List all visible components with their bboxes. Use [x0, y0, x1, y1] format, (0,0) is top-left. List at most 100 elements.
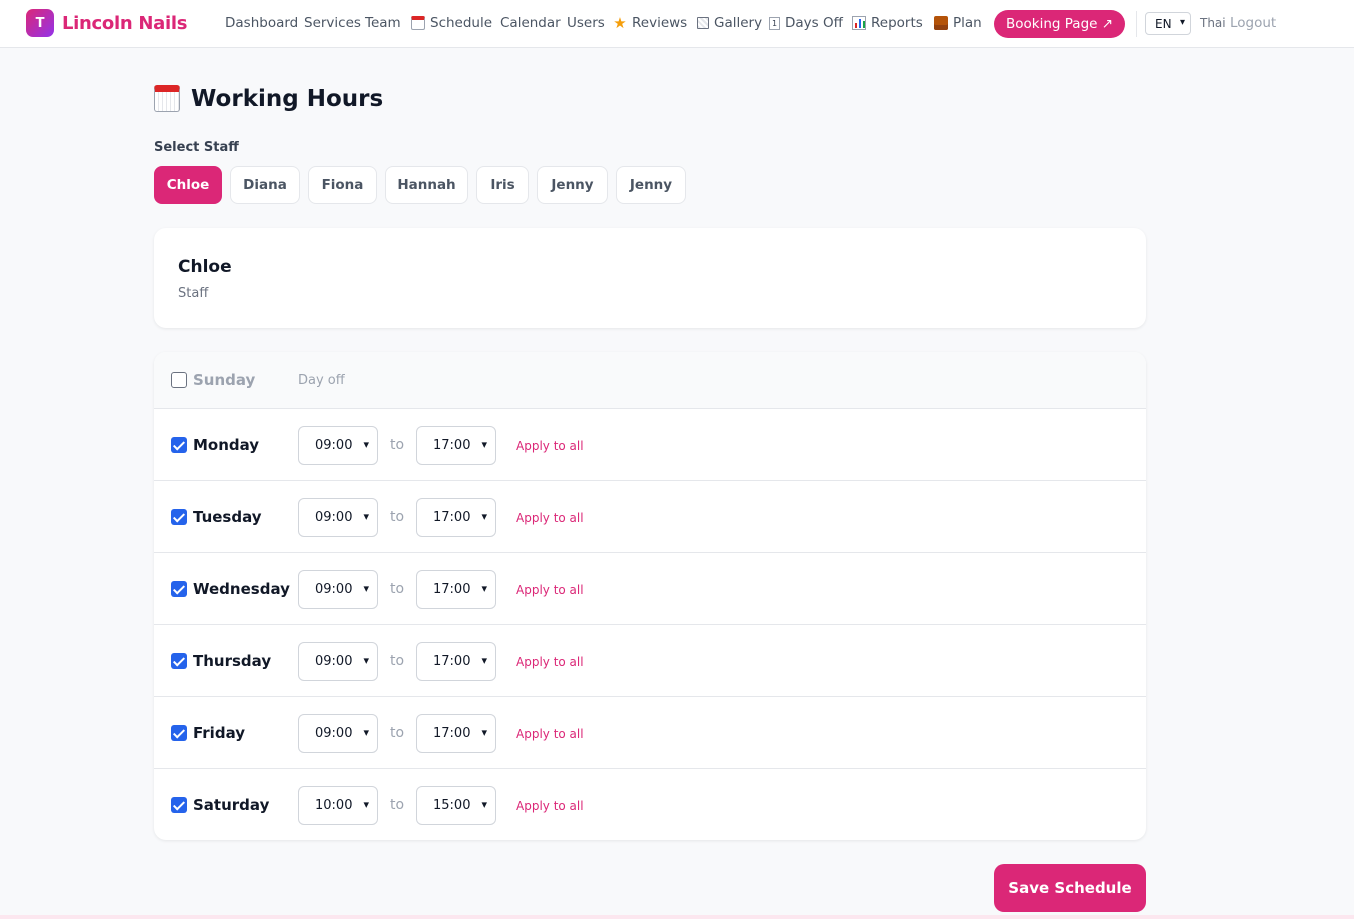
- start-time-select[interactable]: 09:00 ▾: [298, 570, 378, 609]
- end-time-select[interactable]: 17:00 ▾: [416, 498, 496, 537]
- day-name: Friday: [193, 724, 246, 742]
- day-checkbox-sunday[interactable]: [171, 372, 187, 388]
- staff-name: Chloe: [178, 257, 232, 277]
- day-row-tuesday: Tuesday 09:00 ▾ to 17:00 ▾ Apply to all: [154, 481, 1146, 553]
- nav-label: Calendar: [500, 15, 561, 31]
- to-label: to: [390, 437, 405, 453]
- chevron-down-icon: ▾: [363, 582, 369, 595]
- to-label: to: [390, 509, 405, 525]
- schedule-table: Sunday Day off Monday 09:00 ▾ to 17:00 ▾ A…: [154, 352, 1146, 840]
- chevron-down-icon: ▾: [481, 510, 487, 523]
- chevron-down-icon: ▾: [481, 582, 487, 595]
- nav-schedule[interactable]: Schedule: [411, 14, 492, 32]
- nav-label: Schedule: [430, 15, 493, 31]
- save-schedule-button[interactable]: Save Schedule: [994, 864, 1146, 912]
- apply-to-all-link[interactable]: Apply to all: [516, 439, 584, 453]
- day-checkbox-thursday[interactable]: [171, 653, 187, 669]
- end-time-value: 17:00: [433, 582, 471, 597]
- to-label: to: [390, 725, 405, 741]
- day-checkbox-tuesday[interactable]: [171, 509, 187, 525]
- end-time-value: 15:00: [433, 798, 471, 813]
- day-checkbox-wednesday[interactable]: [171, 581, 187, 597]
- chevron-down-icon: ▾: [363, 726, 369, 739]
- staff-tab-jenny-2[interactable]: Jenny: [616, 166, 686, 204]
- nav-plan[interactable]: Plan: [934, 14, 982, 32]
- chevron-down-icon: ▾: [481, 798, 487, 811]
- staff-tab-hannah[interactable]: Hannah: [385, 166, 468, 204]
- nav-label: Plan: [953, 15, 982, 31]
- staff-tab-chloe[interactable]: Chloe: [154, 166, 222, 204]
- nav-label: Dashboard: [225, 15, 299, 31]
- chevron-down-icon: ▾: [363, 654, 369, 667]
- bar-chart-icon: [852, 16, 866, 30]
- day-name: Monday: [193, 436, 260, 454]
- staff-card: Chloe Staff: [154, 228, 1146, 328]
- start-time-select[interactable]: 09:00 ▾: [298, 426, 378, 465]
- end-time-select[interactable]: 15:00 ▾: [416, 786, 496, 825]
- start-time-value: 09:00: [315, 438, 353, 453]
- apply-to-all-link[interactable]: Apply to all: [516, 727, 584, 741]
- day-row-friday: Friday 09:00 ▾ to 17:00 ▾ Apply to all: [154, 697, 1146, 769]
- day-checkbox-monday[interactable]: [171, 437, 187, 453]
- nav-label: Services: [304, 15, 361, 31]
- star-icon: ★: [613, 14, 627, 32]
- end-time-select[interactable]: 17:00 ▾: [416, 570, 496, 609]
- calendar-icon: [154, 85, 180, 112]
- chevron-down-icon: ▾: [481, 654, 487, 667]
- staff-tab-diana[interactable]: Diana: [230, 166, 300, 204]
- start-time-select[interactable]: 09:00 ▾: [298, 714, 378, 753]
- nav-gallery[interactable]: Gallery: [697, 14, 762, 32]
- end-time-select[interactable]: 17:00 ▾: [416, 642, 496, 681]
- nav-label: Reviews: [632, 15, 688, 31]
- chevron-down-icon: ▾: [363, 798, 369, 811]
- apply-to-all-link[interactable]: Apply to all: [516, 655, 584, 669]
- nav-label: Users: [567, 15, 605, 31]
- apply-to-all-link[interactable]: Apply to all: [516, 583, 584, 597]
- end-time-value: 17:00: [433, 438, 471, 453]
- start-time-select[interactable]: 09:00 ▾: [298, 498, 378, 537]
- start-time-value: 10:00: [315, 798, 353, 813]
- to-label: to: [390, 581, 405, 597]
- staff-tab-fiona[interactable]: Fiona: [308, 166, 377, 204]
- day-row-monday: Monday 09:00 ▾ to 17:00 ▾ Apply to all: [154, 409, 1146, 481]
- brand-name: Lincoln Nails: [62, 12, 188, 34]
- calendar-icon: [411, 16, 425, 30]
- apply-to-all-link[interactable]: Apply to all: [516, 511, 584, 525]
- booking-page-button[interactable]: Booking Page ↗: [994, 10, 1126, 38]
- apply-to-all-link[interactable]: Apply to all: [516, 799, 584, 813]
- nav-label: Days Off: [785, 15, 843, 31]
- start-time-select[interactable]: 10:00 ▾: [298, 786, 378, 825]
- staff-tab-jenny[interactable]: Jenny: [537, 166, 608, 204]
- day-name: Sunday: [193, 371, 256, 389]
- to-label: to: [390, 653, 405, 669]
- nav-services[interactable]: Services: [304, 14, 361, 32]
- end-time-value: 17:00: [433, 726, 471, 741]
- day-name: Tuesday: [193, 508, 262, 526]
- page-title: Working Hours: [191, 85, 384, 112]
- nav-users[interactable]: Users: [567, 14, 605, 32]
- nav-reports[interactable]: Reports: [852, 14, 923, 32]
- chevron-down-icon: ▾: [481, 726, 487, 739]
- logout-link[interactable]: Logout: [1230, 15, 1276, 31]
- brand-logo: T: [26, 9, 54, 37]
- language-select[interactable]: EN ▾: [1145, 12, 1191, 35]
- day-row-sunday: Sunday Day off: [154, 352, 1146, 409]
- nav-days-off[interactable]: 1 Days Off: [769, 14, 843, 32]
- calendar-page-icon: 1: [769, 16, 780, 30]
- chevron-down-icon: ▾: [363, 510, 369, 523]
- staff-tab-iris[interactable]: Iris: [476, 166, 529, 204]
- nav-team[interactable]: Team: [365, 14, 401, 32]
- day-row-wednesday: Wednesday 09:00 ▾ to 17:00 ▾ Apply to all: [154, 553, 1146, 625]
- nav-reviews[interactable]: ★ Reviews: [613, 14, 687, 32]
- nav-calendar[interactable]: Calendar: [500, 14, 561, 32]
- end-time-select[interactable]: 17:00 ▾: [416, 426, 496, 465]
- day-row-saturday: Saturday 10:00 ▾ to 15:00 ▾ Apply to all: [154, 769, 1146, 840]
- to-label: to: [390, 797, 405, 813]
- end-time-select[interactable]: 17:00 ▾: [416, 714, 496, 753]
- package-icon: [934, 16, 948, 30]
- start-time-select[interactable]: 09:00 ▾: [298, 642, 378, 681]
- day-checkbox-saturday[interactable]: [171, 797, 187, 813]
- day-checkbox-friday[interactable]: [171, 725, 187, 741]
- nav-dashboard[interactable]: Dashboard: [225, 14, 298, 32]
- brand[interactable]: T Lincoln Nails: [26, 9, 187, 37]
